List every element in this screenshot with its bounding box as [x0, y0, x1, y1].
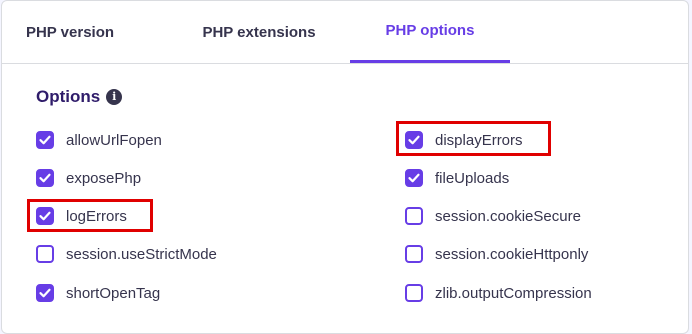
php-settings-card: PHP version PHP extensions PHP options O…	[1, 0, 689, 334]
tab-php-extensions[interactable]: PHP extensions	[170, 1, 348, 63]
checkbox[interactable]	[405, 169, 423, 187]
option-logerrors[interactable]: logErrors	[36, 205, 127, 227]
tab-php-options[interactable]: PHP options	[350, 1, 510, 63]
checkbox[interactable]	[36, 245, 54, 263]
option-label: fileUploads	[435, 169, 510, 187]
tab-php-version[interactable]: PHP version	[10, 1, 130, 63]
option-label: allowUrlFopen	[66, 131, 162, 149]
option-label: displayErrors	[435, 131, 523, 149]
option-label: logErrors	[66, 207, 127, 225]
checkbox[interactable]	[36, 131, 54, 149]
option-zlib-outputcompression[interactable]: zlib.outputCompression	[405, 282, 592, 304]
checkbox[interactable]	[36, 284, 54, 302]
checkbox[interactable]	[405, 131, 423, 149]
option-label: session.cookieHttponly	[435, 245, 589, 263]
option-label: session.cookieSecure	[435, 207, 581, 225]
option-session-cookiesecure[interactable]: session.cookieSecure	[405, 205, 581, 227]
checkbox[interactable]	[405, 284, 423, 302]
checkbox[interactable]	[36, 207, 54, 225]
checkbox[interactable]	[405, 245, 423, 263]
checkmark-icon	[408, 135, 420, 145]
checkmark-icon	[408, 173, 420, 183]
option-label: zlib.outputCompression	[435, 284, 592, 302]
option-shortopentag[interactable]: shortOpenTag	[36, 282, 160, 304]
checkmark-icon	[39, 288, 51, 298]
checkbox[interactable]	[405, 207, 423, 225]
checkmark-icon	[39, 135, 51, 145]
checkbox[interactable]	[36, 169, 54, 187]
options-title: Options	[36, 87, 101, 106]
tab-bar: PHP version PHP extensions PHP options	[2, 1, 688, 64]
checkmark-icon	[39, 173, 51, 183]
option-session-usestrictmode[interactable]: session.useStrictMode	[36, 243, 217, 265]
option-label: exposePhp	[66, 169, 142, 187]
checkmark-icon	[39, 211, 51, 221]
option-displayerrors[interactable]: displayErrors	[405, 129, 523, 151]
option-allowurlfopen[interactable]: allowUrlFopen	[36, 129, 162, 151]
option-label: shortOpenTag	[66, 284, 161, 302]
option-fileuploads[interactable]: fileUploads	[405, 167, 509, 189]
option-session-cookiehttponly[interactable]: session.cookieHttponly	[405, 243, 588, 265]
option-label: session.useStrictMode	[66, 245, 217, 263]
info-icon[interactable]: i	[106, 89, 123, 105]
options-heading: Options i	[36, 87, 123, 107]
option-exposephp[interactable]: exposePhp	[36, 167, 141, 189]
